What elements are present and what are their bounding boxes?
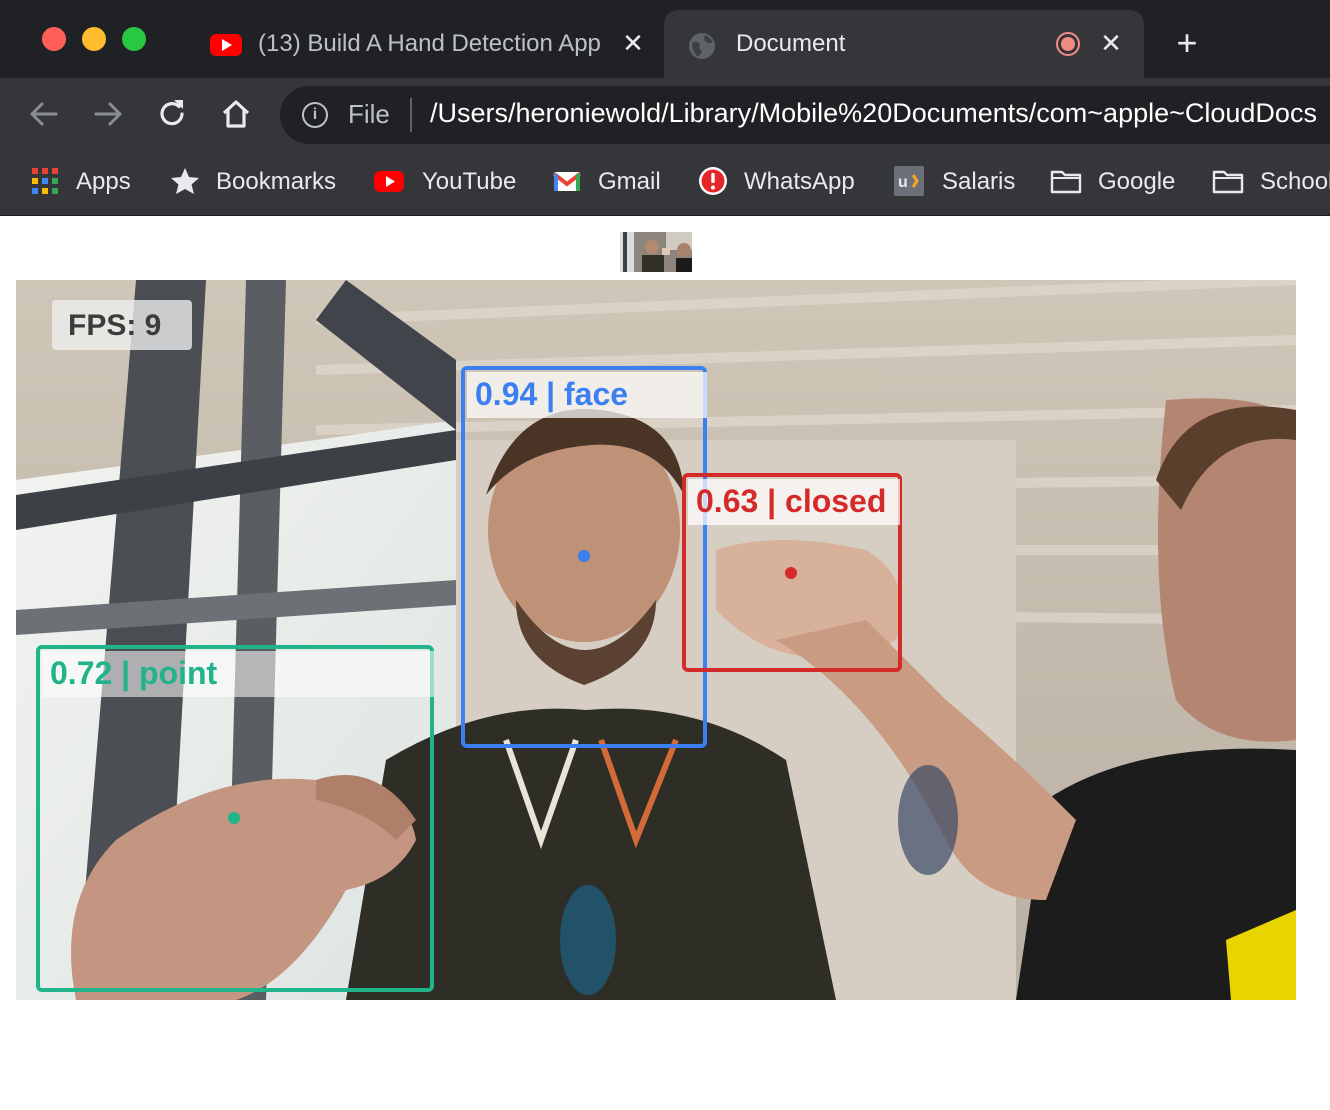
bookmark-label: Bookmarks (216, 168, 337, 195)
tab-title: Document (736, 30, 846, 57)
youtube-icon (374, 171, 404, 192)
tab-document[interactable]: Document ✕ (664, 10, 1144, 78)
address-bar[interactable]: i File /Users/heroniewold/Library/Mobile… (280, 86, 1330, 144)
detection-label-face: 0.94 | face (467, 372, 707, 418)
apps-grid-icon (32, 168, 58, 194)
reload-icon[interactable] (150, 92, 194, 136)
folder-icon (1212, 170, 1244, 194)
tab-close-button[interactable]: ✕ (1096, 28, 1126, 58)
detection-label-closed: 0.63 | closed (688, 479, 900, 525)
globe-icon (689, 33, 715, 59)
forward-arrow-icon[interactable] (86, 92, 130, 136)
info-icon[interactable]: i (302, 102, 328, 128)
url-text[interactable]: /Users/heroniewold/Library/Mobile%20Docu… (430, 98, 1317, 129)
tab-close-button[interactable]: ✕ (618, 28, 648, 58)
bookmark-label: Salaris (942, 168, 1016, 195)
bookmark-label: YouTube (422, 168, 517, 195)
gmail-icon (552, 172, 582, 191)
detection-center-point (228, 812, 240, 824)
detection-center-face (578, 550, 590, 562)
new-tab-button[interactable]: + (1170, 25, 1204, 61)
bookmark-label: School (1260, 168, 1330, 195)
alert-icon (699, 167, 727, 195)
bookmarks-bar: Apps Bookmarks YouTube Gmail WhatsApp u … (0, 154, 1330, 216)
star-icon (171, 168, 199, 194)
folder-icon (1050, 170, 1082, 194)
window-minimize-button[interactable] (82, 27, 106, 51)
tab-youtube[interactable]: (13) Build A Hand Detection App in 60 Mi… (176, 10, 788, 78)
fps-counter: FPS: 9 (52, 300, 192, 350)
detection-label-point: 0.72 | point (42, 651, 434, 697)
tab-title: (13) Build A Hand Detection App in 60 Mi… (258, 30, 608, 57)
security-label: File (348, 99, 390, 129)
browser-toolbar: i File /Users/heroniewold/Library/Mobile… (0, 78, 1330, 154)
recording-indicator-icon (1056, 32, 1080, 56)
webcam-thumbnail-image (620, 232, 692, 272)
home-icon[interactable] (214, 92, 258, 136)
window-close-button[interactable] (42, 27, 66, 51)
webcam-video-canvas: FPS: 9 0.94 | face 0.63 | closed 0.72 | … (16, 280, 1296, 1000)
bookmark-label: Apps (76, 168, 131, 195)
window-zoom-button[interactable] (122, 27, 146, 51)
youtube-icon (210, 34, 242, 56)
tab-strip: (13) Build A Hand Detection App in 60 Mi… (0, 0, 1330, 78)
back-arrow-icon[interactable] (22, 92, 66, 136)
webcam-thumbnail (620, 232, 692, 272)
salaris-icon: u (894, 166, 924, 196)
bookmark-label: Google (1098, 168, 1176, 195)
svg-text:u: u (898, 174, 908, 191)
address-separator (410, 98, 412, 132)
detection-center-closed (785, 567, 797, 579)
bookmark-label: Gmail (598, 168, 661, 195)
bookmark-label: WhatsApp (744, 168, 855, 195)
fps-label: FPS: 9 (68, 309, 162, 342)
